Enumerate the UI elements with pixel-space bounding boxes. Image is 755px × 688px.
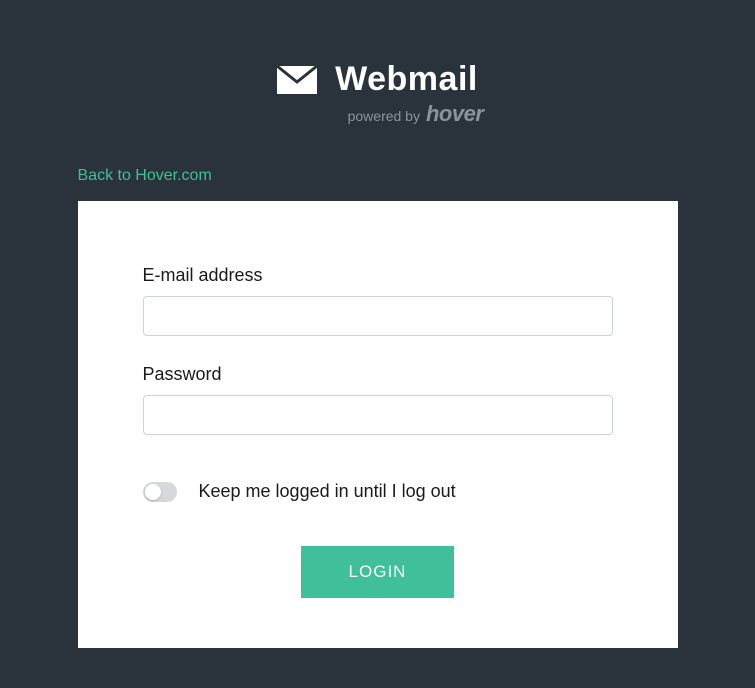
password-field[interactable] bbox=[143, 395, 613, 435]
page-container: Webmail powered by hover Back to Hover.c… bbox=[0, 0, 755, 648]
toggle-knob bbox=[145, 484, 161, 500]
powered-by-label: powered by bbox=[348, 108, 420, 124]
hover-brand: hover bbox=[426, 101, 483, 127]
password-group: Password bbox=[143, 364, 613, 435]
login-card: E-mail address Password Keep me logged i… bbox=[78, 201, 678, 648]
keep-logged-label: Keep me logged in until I log out bbox=[199, 481, 456, 502]
powered-by-row: powered by hover bbox=[348, 101, 484, 127]
button-row: LOGIN bbox=[143, 546, 613, 598]
email-group: E-mail address bbox=[143, 265, 613, 336]
webmail-title: Webmail bbox=[335, 60, 478, 99]
email-label: E-mail address bbox=[143, 265, 613, 286]
keep-logged-toggle[interactable] bbox=[143, 482, 177, 502]
logo-row: Webmail bbox=[277, 60, 478, 99]
logo-block: Webmail powered by hover bbox=[272, 60, 484, 127]
password-label: Password bbox=[143, 364, 613, 385]
email-field[interactable] bbox=[143, 296, 613, 336]
mail-icon bbox=[277, 66, 317, 94]
back-to-hover-link[interactable]: Back to Hover.com bbox=[78, 167, 212, 184]
keep-logged-row: Keep me logged in until I log out bbox=[143, 481, 613, 502]
login-button[interactable]: LOGIN bbox=[301, 546, 455, 598]
back-link-row: Back to Hover.com bbox=[78, 167, 678, 185]
